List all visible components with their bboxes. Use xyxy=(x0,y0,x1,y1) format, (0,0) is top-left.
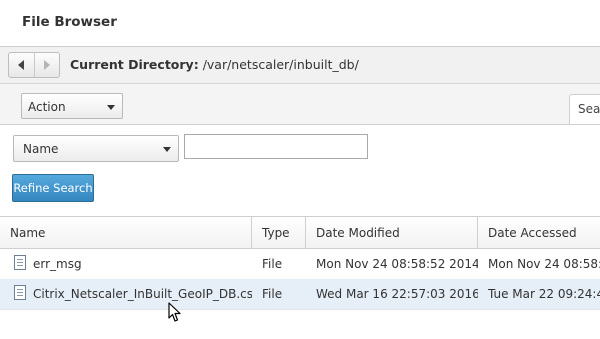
cell-type: File xyxy=(252,249,306,279)
table-empty-area xyxy=(0,309,600,339)
file-icon xyxy=(14,285,26,300)
column-header-date-modified[interactable]: Date Modified xyxy=(306,217,478,248)
table-row[interactable]: err_msg File Mon Nov 24 08:58:52 2014 Mo… xyxy=(0,249,600,280)
search-field-dropdown[interactable]: Name xyxy=(13,135,179,162)
current-directory-label: Current Directory: xyxy=(70,57,199,72)
cell-date-accessed: Tue Mar 22 09:24:47 2016 xyxy=(478,279,600,309)
mouse-cursor-icon xyxy=(168,302,181,322)
cell-date-accessed: Mon Nov 24 08:58:52 2014 xyxy=(478,249,600,279)
chevron-right-icon xyxy=(43,60,50,70)
title-bar: File Browser xyxy=(0,0,600,47)
toolbar-divider xyxy=(0,124,600,125)
current-directory-path: /var/netscaler/inbuilt_db/ xyxy=(202,57,359,72)
cell-date-modified: Wed Mar 16 22:57:03 2016 xyxy=(306,279,478,309)
cell-date-modified: Mon Nov 24 08:58:52 2014 xyxy=(306,249,478,279)
date-accessed: Tue Mar 22 09:24:47 2016 xyxy=(488,287,600,301)
history-nav xyxy=(8,52,60,78)
column-header-name[interactable]: Name xyxy=(0,217,252,248)
refine-search-button[interactable]: Refine Search xyxy=(12,174,94,202)
column-header-label: Date Accessed xyxy=(488,226,577,240)
cell-name: err_msg xyxy=(0,249,252,279)
table-header: Name Type Date Modified Date Accessed xyxy=(0,217,600,249)
file-type: File xyxy=(262,287,283,301)
column-header-label: Name xyxy=(10,226,46,240)
cell-type: File xyxy=(252,279,306,309)
date-accessed: Mon Nov 24 08:58:52 2014 xyxy=(488,257,600,271)
directory-bar: Current Directory: /var/netscaler/inbuil… xyxy=(0,47,600,84)
column-header-label: Type xyxy=(262,226,290,240)
column-header-label: Date Modified xyxy=(316,226,400,240)
action-dropdown-label: Action xyxy=(28,100,66,114)
search-input[interactable] xyxy=(184,134,368,159)
file-name: err_msg xyxy=(33,257,82,271)
forward-button[interactable] xyxy=(33,53,60,77)
date-modified: Wed Mar 16 22:57:03 2016 xyxy=(316,287,478,301)
chevron-down-icon xyxy=(107,105,115,110)
search-field-label: Name xyxy=(23,142,59,156)
tab-search-label: Search xyxy=(578,102,600,116)
current-directory: Current Directory: /var/netscaler/inbuil… xyxy=(70,57,359,72)
action-dropdown[interactable]: Action xyxy=(21,93,123,119)
column-header-date-accessed[interactable]: Date Accessed xyxy=(478,217,600,248)
chevron-down-icon xyxy=(163,147,171,152)
window-title: File Browser xyxy=(22,14,117,30)
tab-search[interactable]: Search xyxy=(569,94,600,125)
column-header-type[interactable]: Type xyxy=(252,217,306,248)
file-icon xyxy=(14,255,26,270)
back-button[interactable] xyxy=(9,53,34,77)
table-row[interactable]: Citrix_Netscaler_InBuilt_GeoIP_DB.csv Fi… xyxy=(0,279,600,310)
chevron-left-icon xyxy=(18,60,25,70)
file-name: Citrix_Netscaler_InBuilt_GeoIP_DB.csv xyxy=(33,287,252,301)
date-modified: Mon Nov 24 08:58:52 2014 xyxy=(316,257,478,271)
file-type: File xyxy=(262,257,283,271)
cell-name: Citrix_Netscaler_InBuilt_GeoIP_DB.csv xyxy=(0,279,252,309)
